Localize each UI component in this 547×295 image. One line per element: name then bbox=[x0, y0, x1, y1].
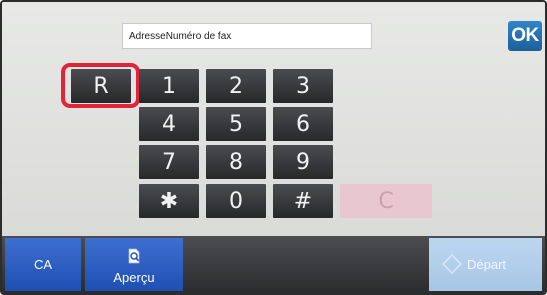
key-7[interactable]: 7 bbox=[139, 145, 199, 179]
fax-entry-screen: Adresse Numéro de fax OK R 1 2 3 4 5 6 7… bbox=[0, 0, 547, 295]
fax-number-placeholder: Numéro de fax bbox=[165, 30, 232, 42]
address-label: Adresse bbox=[129, 30, 166, 42]
key-4[interactable]: 4 bbox=[139, 107, 199, 141]
key-hash[interactable]: # bbox=[273, 184, 333, 218]
depart-label: Départ bbox=[467, 257, 507, 272]
apercu-button[interactable]: Aperçu bbox=[85, 238, 183, 291]
clear-key[interactable]: C bbox=[340, 184, 432, 218]
ok-button[interactable]: OK bbox=[508, 21, 542, 51]
key-5[interactable]: 5 bbox=[206, 107, 266, 141]
preview-magnifier-icon bbox=[128, 248, 140, 264]
key-asterisk[interactable]: ✱ bbox=[139, 184, 199, 218]
key-1[interactable]: 1 bbox=[139, 69, 199, 103]
r-key-highlight bbox=[61, 63, 140, 108]
fax-address-field[interactable]: Adresse Numéro de fax bbox=[122, 23, 372, 49]
ca-button[interactable]: CA bbox=[5, 238, 81, 291]
start-diamond-icon bbox=[441, 253, 463, 275]
bottom-action-bar: CA Aperçu Départ bbox=[2, 236, 545, 293]
keypad-area: Adresse Numéro de fax OK R 1 2 3 4 5 6 7… bbox=[2, 2, 545, 236]
key-0[interactable]: 0 bbox=[206, 184, 266, 218]
key-2[interactable]: 2 bbox=[206, 69, 266, 103]
key-8[interactable]: 8 bbox=[206, 145, 266, 179]
apercu-label: Aperçu bbox=[113, 270, 155, 285]
key-6[interactable]: 6 bbox=[273, 107, 333, 141]
key-3[interactable]: 3 bbox=[273, 69, 333, 103]
key-9[interactable]: 9 bbox=[273, 145, 333, 179]
depart-button[interactable]: Départ bbox=[429, 238, 542, 291]
